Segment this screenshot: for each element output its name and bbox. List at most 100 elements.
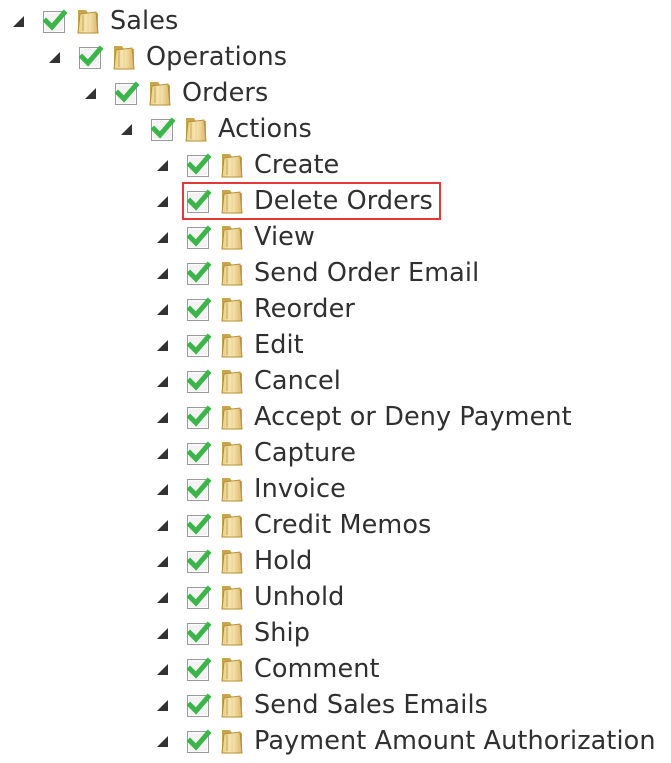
tree-node-send-order-email[interactable]: Send Order Email [156, 255, 479, 291]
tree-node-accept-or-deny-payment[interactable]: Accept or Deny Payment [156, 399, 572, 435]
expanded-triangle-icon[interactable] [156, 507, 169, 543]
checked-checkbox-icon[interactable] [187, 657, 213, 681]
checked-checkbox-icon[interactable] [151, 117, 177, 141]
expanded-triangle-icon[interactable] [156, 255, 169, 291]
expanded-triangle-icon[interactable] [156, 723, 169, 759]
expanded-triangle-icon[interactable] [156, 687, 169, 723]
checked-checkbox-icon[interactable] [187, 549, 213, 573]
expanded-triangle-icon[interactable] [156, 651, 169, 687]
tree-node-label[interactable]: Cancel [254, 363, 341, 399]
tree-node-label[interactable]: Reorder [254, 291, 355, 327]
tree-node-label[interactable]: Edit [254, 327, 304, 363]
checked-checkbox-icon[interactable] [187, 621, 213, 645]
expanded-triangle-icon[interactable] [156, 579, 169, 615]
tree-node-label[interactable]: Unhold [254, 579, 344, 615]
folder-icon [218, 619, 247, 647]
folder-icon [218, 691, 247, 719]
expanded-triangle-icon[interactable] [48, 39, 61, 75]
tree-node-label[interactable]: Capture [254, 435, 356, 471]
tree-node-label[interactable]: Hold [254, 543, 312, 579]
checked-checkbox-icon[interactable] [43, 9, 69, 33]
tree-node-label[interactable]: Comment [254, 651, 380, 687]
tree-node-label[interactable]: Ship [254, 615, 310, 651]
expanded-triangle-icon[interactable] [156, 147, 169, 183]
expanded-triangle-icon[interactable] [156, 327, 169, 363]
expanded-triangle-icon[interactable] [156, 543, 169, 579]
tree-node-label[interactable]: Delete Orders [254, 183, 433, 219]
expanded-triangle-icon[interactable] [156, 219, 169, 255]
folder-icon [218, 187, 247, 215]
tree-node-label[interactable]: Send Sales Emails [254, 687, 488, 723]
folder-icon [218, 295, 247, 323]
expanded-triangle-icon[interactable] [156, 471, 169, 507]
tree-node-payment-amount-authorization[interactable]: Payment Amount Authorization [156, 723, 656, 759]
tree-node-capture[interactable]: Capture [156, 435, 356, 471]
folder-icon [218, 511, 247, 539]
tree-node-label[interactable]: Accept or Deny Payment [254, 399, 572, 435]
checked-checkbox-icon[interactable] [187, 189, 213, 213]
checked-checkbox-icon[interactable] [187, 585, 213, 609]
expanded-triangle-icon[interactable] [156, 363, 169, 399]
tree-node-label[interactable]: Send Order Email [254, 255, 479, 291]
tree-node-invoice[interactable]: Invoice [156, 471, 346, 507]
checked-checkbox-icon[interactable] [187, 297, 213, 321]
tree-node-orders[interactable]: Orders [84, 75, 268, 111]
tree-node-label[interactable]: Create [254, 147, 339, 183]
checked-checkbox-icon[interactable] [187, 513, 213, 537]
tree-node-label[interactable]: Orders [182, 75, 268, 111]
tree-node-label[interactable]: Payment Amount Authorization [254, 723, 656, 759]
expanded-triangle-icon[interactable] [156, 183, 169, 219]
folder-icon [218, 151, 247, 179]
tree-node-delete-orders[interactable]: Delete Orders [156, 183, 433, 219]
folder-icon [218, 583, 247, 611]
checked-checkbox-icon[interactable] [187, 369, 213, 393]
checked-checkbox-icon[interactable] [187, 405, 213, 429]
expanded-triangle-icon[interactable] [120, 111, 133, 147]
tree-node-reorder[interactable]: Reorder [156, 291, 355, 327]
folder-icon [218, 259, 247, 287]
expanded-triangle-icon[interactable] [84, 75, 97, 111]
tree-node-label[interactable]: Sales [110, 3, 178, 39]
tree-node-label[interactable]: Credit Memos [254, 507, 431, 543]
tree-node-send-sales-emails[interactable]: Send Sales Emails [156, 687, 488, 723]
tree-node-create[interactable]: Create [156, 147, 339, 183]
expanded-triangle-icon[interactable] [12, 3, 25, 39]
tree-node-view[interactable]: View [156, 219, 315, 255]
folder-icon [218, 475, 247, 503]
tree-node-actions[interactable]: Actions [120, 111, 312, 147]
checked-checkbox-icon[interactable] [187, 333, 213, 357]
tree-node-edit[interactable]: Edit [156, 327, 304, 363]
tree-node-unhold[interactable]: Unhold [156, 579, 344, 615]
checked-checkbox-icon[interactable] [79, 45, 105, 69]
tree-node-hold[interactable]: Hold [156, 543, 312, 579]
tree-node-label[interactable]: View [254, 219, 315, 255]
tree-node-label[interactable]: Actions [218, 111, 312, 147]
checked-checkbox-icon[interactable] [187, 729, 213, 753]
tree-node-ship[interactable]: Ship [156, 615, 310, 651]
expanded-triangle-icon[interactable] [156, 399, 169, 435]
checked-checkbox-icon[interactable] [115, 81, 141, 105]
checked-checkbox-icon[interactable] [187, 441, 213, 465]
checked-checkbox-icon[interactable] [187, 153, 213, 177]
folder-icon [218, 655, 247, 683]
tree-node-label[interactable]: Operations [146, 39, 287, 75]
checked-checkbox-icon[interactable] [187, 693, 213, 717]
checked-checkbox-icon[interactable] [187, 225, 213, 249]
folder-icon [218, 547, 247, 575]
checked-checkbox-icon[interactable] [187, 261, 213, 285]
tree-node-label[interactable]: Invoice [254, 471, 346, 507]
tree-node-comment[interactable]: Comment [156, 651, 380, 687]
folder-icon [218, 439, 247, 467]
tree-node-cancel[interactable]: Cancel [156, 363, 341, 399]
tree-node-credit-memos[interactable]: Credit Memos [156, 507, 431, 543]
tree-node-operations[interactable]: Operations [48, 39, 287, 75]
folder-icon [146, 79, 175, 107]
expanded-triangle-icon[interactable] [156, 291, 169, 327]
folder-icon [110, 43, 139, 71]
expanded-triangle-icon[interactable] [156, 615, 169, 651]
folder-icon [218, 367, 247, 395]
tree-node-sales[interactable]: Sales [12, 3, 178, 39]
expanded-triangle-icon[interactable] [156, 435, 169, 471]
folder-icon [218, 223, 247, 251]
checked-checkbox-icon[interactable] [187, 477, 213, 501]
